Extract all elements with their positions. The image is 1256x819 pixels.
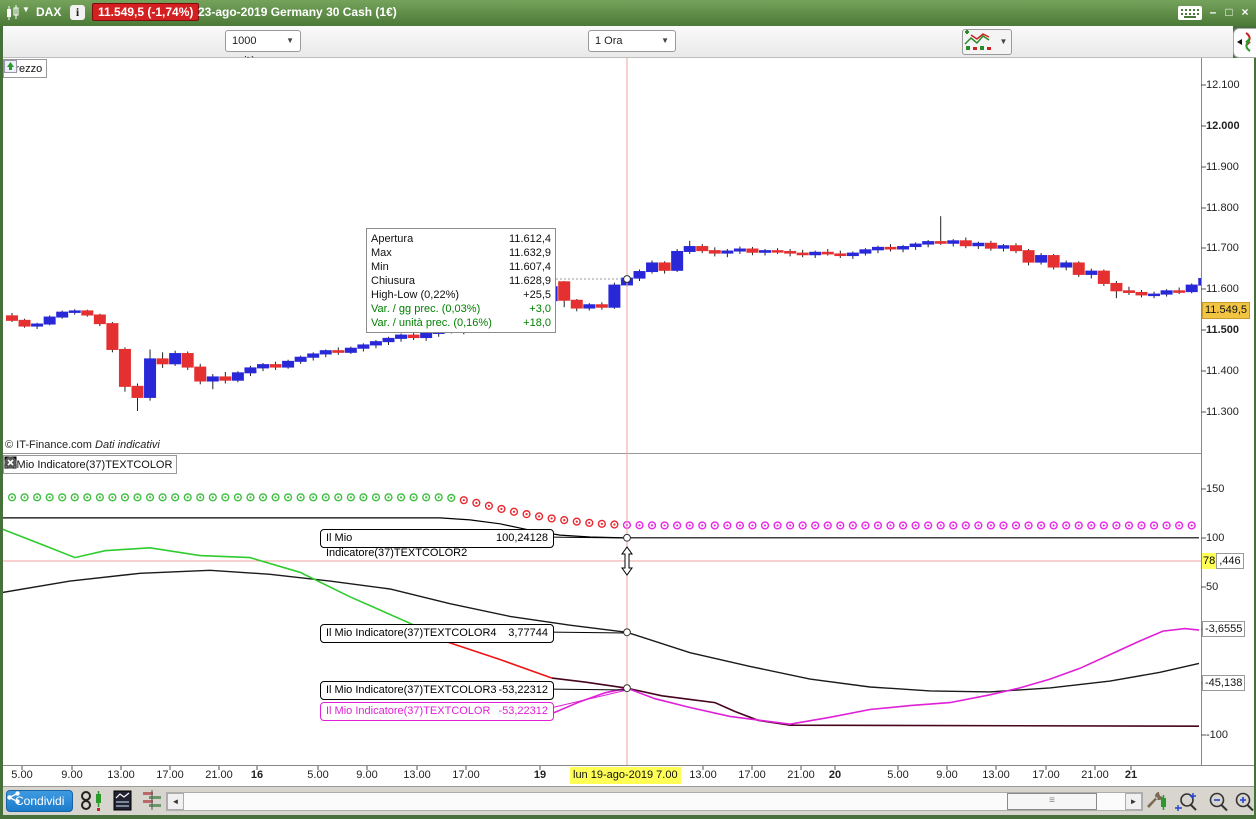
- price-tick-label: 12.000: [1206, 120, 1240, 132]
- scroll-left-button[interactable]: ◄: [167, 793, 184, 810]
- time-tick-label: 17.00: [156, 769, 184, 781]
- indicator-label-box[interactable]: Il Mio Indicatore(37)TEXTCOLOR4 3,77744: [320, 624, 554, 643]
- move-panel-up-icon[interactable]: [4, 60, 17, 73]
- indicator-value-box: -3,6555: [1202, 621, 1246, 637]
- order-book-icon[interactable]: [141, 790, 165, 812]
- time-tick-label: 13.00: [982, 769, 1010, 781]
- price-tooltip: Apertura 11.612,4 Max 11.632,9 Min 11.607,4 Ch…: [366, 228, 556, 333]
- price-tick-label: 11.400: [1206, 365, 1239, 377]
- indicator-label-box[interactable]: Il Mio Indicatore(37)TEXTCOLOR -53,22312: [320, 702, 554, 721]
- indicator-value-box: -45,138: [1202, 675, 1246, 691]
- price-tick-label: 12.100: [1206, 79, 1240, 91]
- indicator-label-box[interactable]: Il Mio Indicatore(37)TEXTCOLOR2 100,24128: [320, 529, 554, 559]
- indicator-tick-label: 150: [1206, 483, 1225, 495]
- price-tick-label: 11.600: [1206, 283, 1239, 295]
- time-tick-label: 21.00: [787, 769, 815, 781]
- copyright-note: © IT-Finance.com Dati indicativi: [5, 439, 160, 451]
- indicator-tick-label: 50: [1206, 581, 1219, 593]
- scroll-right-button[interactable]: ►: [1125, 793, 1142, 810]
- time-tick-label: 5.00: [307, 769, 329, 781]
- price-tick-label: 11.300: [1206, 406, 1239, 418]
- news-icon[interactable]: [113, 790, 137, 812]
- tooltip-row: Min 11.607,4: [371, 261, 551, 273]
- time-tick-label: 13.00: [689, 769, 717, 781]
- time-tick-label: 9.00: [936, 769, 958, 781]
- chart-settings-icon[interactable]: [1145, 790, 1169, 812]
- tooltip-row: High-Low (0,22%) +25,5: [371, 289, 551, 301]
- time-tick-label: 17.00: [738, 769, 766, 781]
- tooltip-row: Var. / gg prec. (0,03%) +3,0: [371, 303, 551, 315]
- tooltip-row: Apertura 11.612,4: [371, 233, 551, 245]
- bottom-toolbar: Condividi ◄ ≡ ►: [3, 787, 1254, 815]
- price-tick-label: 11.800: [1206, 202, 1239, 214]
- price-tick-label: 11.500: [1206, 324, 1240, 336]
- time-tick-label: 16: [250, 769, 264, 781]
- tooltip-row: Chiusura 11.628,9: [371, 275, 551, 287]
- trading-app-window: { "title_bar": { "symbol": "DAX", "info"…: [0, 0, 1256, 819]
- chart-graphics: [3, 58, 1206, 770]
- time-tick-label: 5.00: [887, 769, 909, 781]
- tooltip-row: Max 11.632,9: [371, 247, 551, 259]
- price-tick-label: 11.700: [1206, 242, 1239, 254]
- indicator-tick-label: -100: [1206, 729, 1229, 741]
- time-tick-label: 17.00: [1032, 769, 1060, 781]
- time-tick-label: 9.00: [356, 769, 378, 781]
- close-panel-icon[interactable]: [4, 456, 17, 469]
- linked-instrument-icon[interactable]: [79, 790, 103, 812]
- cursor-indicator-value: 78,446: [1202, 553, 1244, 569]
- window-frame-bottom: [0, 815, 1256, 819]
- chart-scrollbar[interactable]: ◄ ≡ ►: [166, 792, 1143, 811]
- zoom-in-icon[interactable]: [1232, 790, 1256, 812]
- time-tick-label: 20: [828, 769, 842, 781]
- time-tick-label: 21: [1124, 769, 1138, 781]
- time-tick-label: 17.00: [452, 769, 480, 781]
- scrollbar-thumb[interactable]: ≡: [1007, 793, 1097, 810]
- time-tick-label: 13.00: [403, 769, 431, 781]
- zoom-selection-icon[interactable]: [1173, 790, 1197, 812]
- time-tick-label: 9.00: [61, 769, 83, 781]
- zoom-out-icon[interactable]: [1206, 790, 1230, 812]
- share-icon: [7, 791, 20, 804]
- time-tick-label: 13.00: [107, 769, 135, 781]
- indicator-label-box[interactable]: Il Mio Indicatore(37)TEXTCOLOR3 -53,22312: [320, 681, 554, 700]
- indicator-panel-header: Il Mio Indicatore(37)TEXTCOLOR: [3, 455, 178, 474]
- price-tick-label: 11.900: [1206, 161, 1239, 173]
- indicator-panel-title: Il Mio Indicatore(37)TEXTCOLOR: [8, 458, 173, 471]
- time-tick-label: 5.00: [11, 769, 33, 781]
- price-panel-header: Prezzo: [3, 59, 48, 78]
- time-tick-label: 19: [533, 769, 547, 781]
- time-tick-label: 21.00: [205, 769, 233, 781]
- tooltip-row: Var. / unità prec. (0,16%) +18,0: [371, 317, 551, 329]
- share-button[interactable]: Condividi: [6, 790, 74, 812]
- time-tick-label: 21.00: [1081, 769, 1109, 781]
- current-price-label: 11.549,5: [1202, 302, 1251, 319]
- indicator-tick-label: 100: [1206, 532, 1225, 544]
- cursor-date-label: lun 19-ago-2019 7.00: [570, 767, 681, 784]
